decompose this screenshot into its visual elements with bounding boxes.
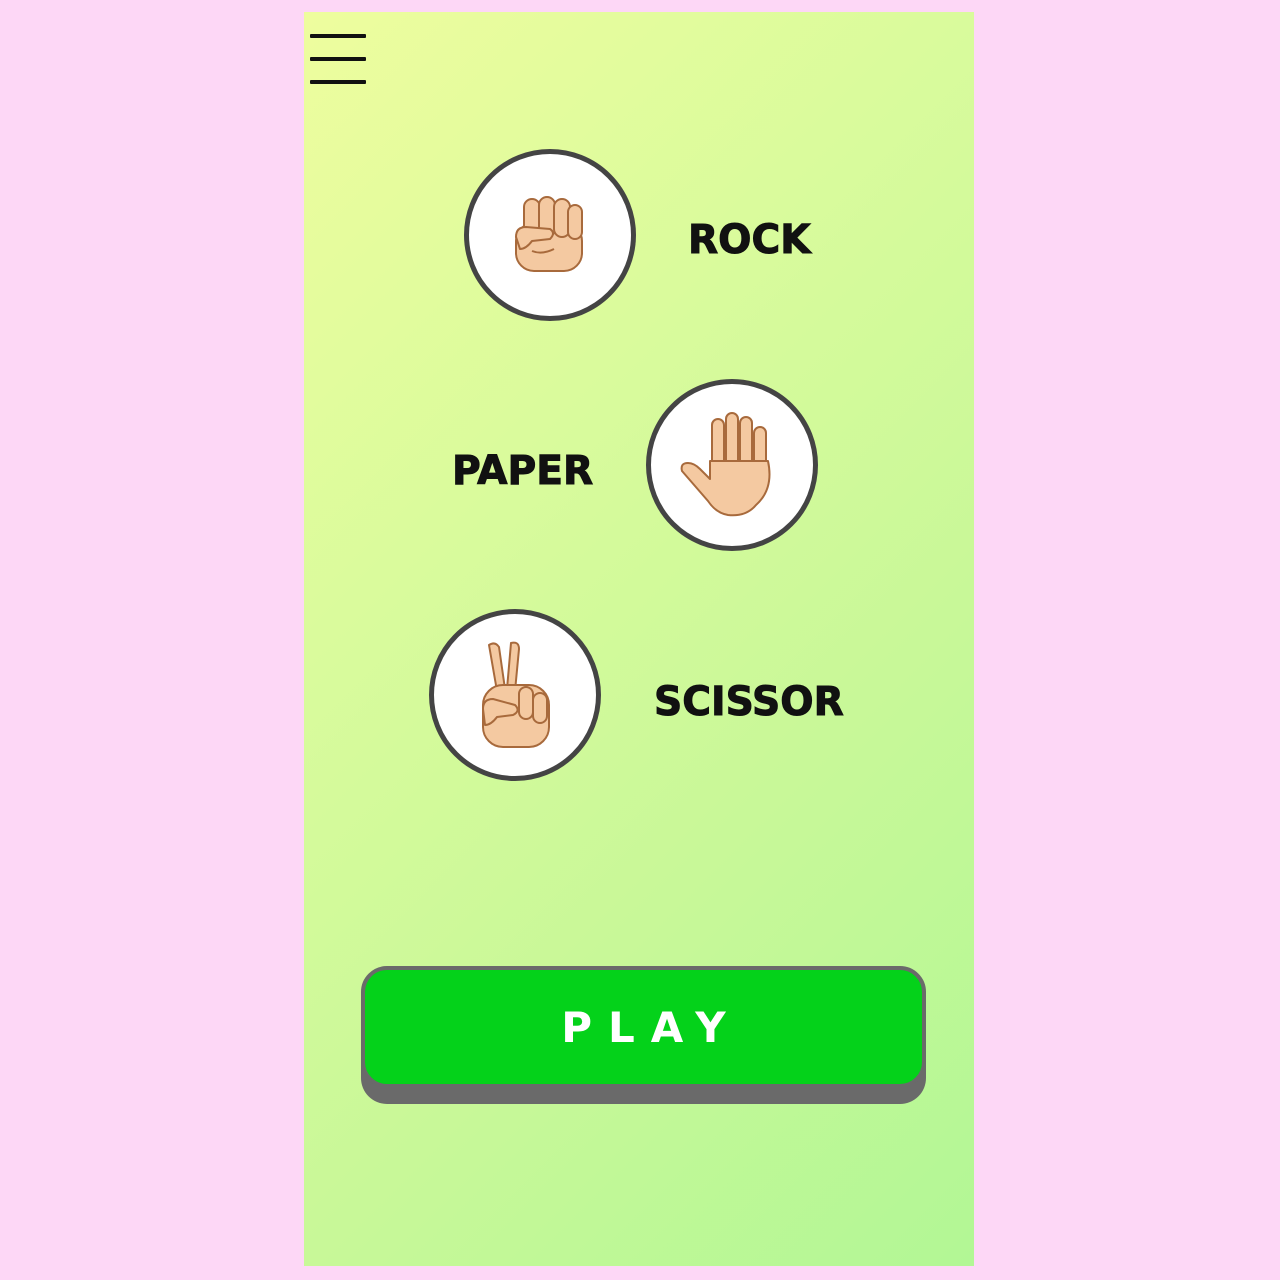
hamburger-menu-icon[interactable]	[310, 32, 366, 88]
paper-label: PAPER	[452, 448, 594, 495]
scissor-choice-button[interactable]	[429, 609, 601, 781]
game-screen: ROCK PAPER SCISSOR PLAY	[304, 12, 974, 1266]
raised-fist-icon	[515, 196, 583, 272]
open-hand-icon	[680, 412, 771, 517]
play-button[interactable]: PLAY	[361, 966, 926, 1088]
victory-hand-icon	[482, 641, 550, 748]
rock-choice-button[interactable]	[464, 149, 636, 321]
scissor-label: SCISSOR	[654, 679, 845, 726]
paper-choice-button[interactable]	[646, 379, 818, 551]
rock-label: ROCK	[688, 217, 812, 264]
